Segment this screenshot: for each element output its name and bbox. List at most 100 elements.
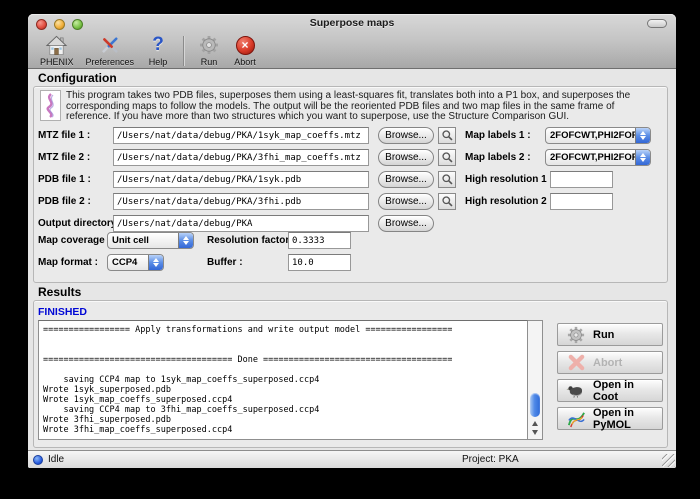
browse-button[interactable]: Browse... <box>378 193 434 210</box>
form-row-map-format: Map format : CCP4 Buffer : <box>28 254 676 272</box>
toolbar-item-label: Preferences <box>86 57 135 67</box>
map-format-label: Map format : <box>38 257 98 268</box>
log-scrollbar[interactable] <box>528 320 543 440</box>
stepper-icon <box>148 255 163 270</box>
project-label: Project: PKA <box>462 454 519 465</box>
high-resolution-1-input[interactable] <box>550 171 613 188</box>
toolbar-item-label: Help <box>149 57 168 67</box>
browse-button[interactable]: Browse... <box>378 149 434 166</box>
magnifier-icon <box>441 129 454 142</box>
magnifier-button[interactable] <box>438 127 456 144</box>
form-row-mtz1: MTZ file 1 : Browse... Map labels 1 : 2F… <box>28 127 676 145</box>
buffer-input[interactable] <box>288 254 351 271</box>
stepper-icon <box>178 233 193 248</box>
magnifier-button[interactable] <box>438 149 456 166</box>
browse-button[interactable]: Browse... <box>378 171 434 188</box>
high-resolution-2-input[interactable] <box>550 193 613 210</box>
form-row-mtz2: MTZ file 2 : Browse... Map labels 2 : 2F… <box>28 149 676 167</box>
map-coverage-label: Map coverage : <box>38 235 111 246</box>
status-led-icon <box>33 455 43 465</box>
map-format-select[interactable]: CCP4 <box>107 254 164 271</box>
high-resolution-1-label: High resolution 1 : <box>465 174 553 185</box>
toolbar-run-button[interactable]: Run <box>191 33 227 67</box>
toolbar-item-label: PHENIX <box>40 57 74 67</box>
resolution-factor-input[interactable] <box>288 232 351 249</box>
resolution-factor-label: Resolution factor : <box>207 235 295 246</box>
open-in-coot-button[interactable]: Open in Coot <box>557 379 663 402</box>
toolbar-help-button[interactable]: ? Help <box>140 33 176 67</box>
log-output[interactable]: ================= Apply transformations … <box>38 320 528 440</box>
toolbar-abort-button[interactable]: × Abort <box>227 33 263 67</box>
browse-button[interactable]: Browse... <box>378 127 434 144</box>
toolbar: PHENIX Preferences ? <box>28 32 676 69</box>
map-labels-2-select[interactable]: 2FOFCWT,PHI2FOF... <box>545 149 651 166</box>
form-row-map-coverage: Map coverage : Unit cell Resolution fact… <box>28 232 676 250</box>
run-button[interactable]: Run <box>557 323 663 346</box>
abort-button-label: Abort <box>593 357 622 369</box>
toolbar-phenix-button[interactable]: PHENIX <box>34 33 80 67</box>
form-row-pdb1: PDB file 1 : Browse... High resolution 1… <box>28 171 676 189</box>
toolbar-separator <box>183 36 184 66</box>
open-in-pymol-button[interactable]: Open in PyMOL <box>557 407 663 430</box>
pdb-file-1-input[interactable] <box>113 171 369 188</box>
mtz-file-1-label: MTZ file 1 : <box>38 130 90 141</box>
map-coverage-select[interactable]: Unit cell <box>107 232 194 249</box>
results-section-title: Results <box>38 285 81 299</box>
abort-button[interactable]: Abort <box>557 351 663 374</box>
program-description: This program takes two PDB files, superp… <box>66 91 654 123</box>
resize-grip[interactable] <box>662 454 675 467</box>
toolbar-item-label: Run <box>201 57 218 67</box>
app-window: Superpose maps PHEN <box>28 14 676 468</box>
window-header: Superpose maps PHEN <box>28 14 676 69</box>
pymol-icon <box>566 410 586 428</box>
tools-icon <box>98 34 122 56</box>
status-badge: FINISHED <box>38 306 87 318</box>
stepper-icon <box>635 128 650 143</box>
magnifier-icon <box>441 151 454 164</box>
coot-bird-icon <box>566 382 586 400</box>
pdb-file-2-label: PDB file 2 : <box>38 196 91 207</box>
magnifier-button[interactable] <box>438 193 456 210</box>
form-row-output-dir: Output directory : Browse... <box>28 215 676 233</box>
status-state: Idle <box>48 454 64 465</box>
toolbar-item-label: Abort <box>234 57 256 67</box>
mtz-file-2-input[interactable] <box>113 149 369 166</box>
magnifier-icon <box>441 195 454 208</box>
status-bar: Idle Project: PKA <box>28 450 676 468</box>
output-directory-input[interactable] <box>113 215 369 232</box>
mtz-file-2-label: MTZ file 2 : <box>38 152 90 163</box>
titlebar[interactable]: Superpose maps <box>28 14 676 32</box>
scroll-up-icon[interactable] <box>532 421 538 426</box>
configuration-section-title: Configuration <box>38 71 117 85</box>
question-icon: ? <box>146 34 170 56</box>
pdb-file-2-input[interactable] <box>113 193 369 210</box>
browse-button[interactable]: Browse... <box>378 215 434 232</box>
pdb-file-1-label: PDB file 1 : <box>38 174 91 185</box>
map-labels-1-select[interactable]: 2FOFCWT,PHI2FOF... <box>545 127 651 144</box>
window-title: Superpose maps <box>28 17 676 29</box>
log-text: ================= Apply transformations … <box>39 321 527 439</box>
output-directory-label: Output directory : <box>38 218 122 229</box>
scrollbar-thumb[interactable] <box>530 393 540 417</box>
toolbar-preferences-button[interactable]: Preferences <box>80 33 141 67</box>
map-labels-1-label: Map labels 1 : <box>465 130 531 141</box>
map-labels-2-label: Map labels 2 : <box>465 152 531 163</box>
run-button-label: Run <box>593 329 614 341</box>
abort-icon: × <box>233 34 257 56</box>
scroll-down-icon[interactable] <box>532 430 538 435</box>
gear-icon <box>566 326 586 344</box>
gear-icon <box>197 34 221 56</box>
open-in-pymol-label: Open in PyMOL <box>593 407 662 431</box>
high-resolution-2-label: High resolution 2 : <box>465 196 553 207</box>
magnifier-icon <box>441 173 454 186</box>
form-row-pdb2: PDB file 2 : Browse... High resolution 2… <box>28 193 676 211</box>
open-in-coot-label: Open in Coot <box>593 379 662 403</box>
toolbar-toggle-button[interactable] <box>647 19 667 28</box>
stepper-icon <box>635 150 650 165</box>
abort-x-icon <box>566 354 586 372</box>
home-icon <box>45 34 69 56</box>
buffer-label: Buffer : <box>207 257 243 268</box>
mtz-file-1-input[interactable] <box>113 127 369 144</box>
magnifier-button[interactable] <box>438 171 456 188</box>
program-thumbnail-icon <box>40 90 61 121</box>
